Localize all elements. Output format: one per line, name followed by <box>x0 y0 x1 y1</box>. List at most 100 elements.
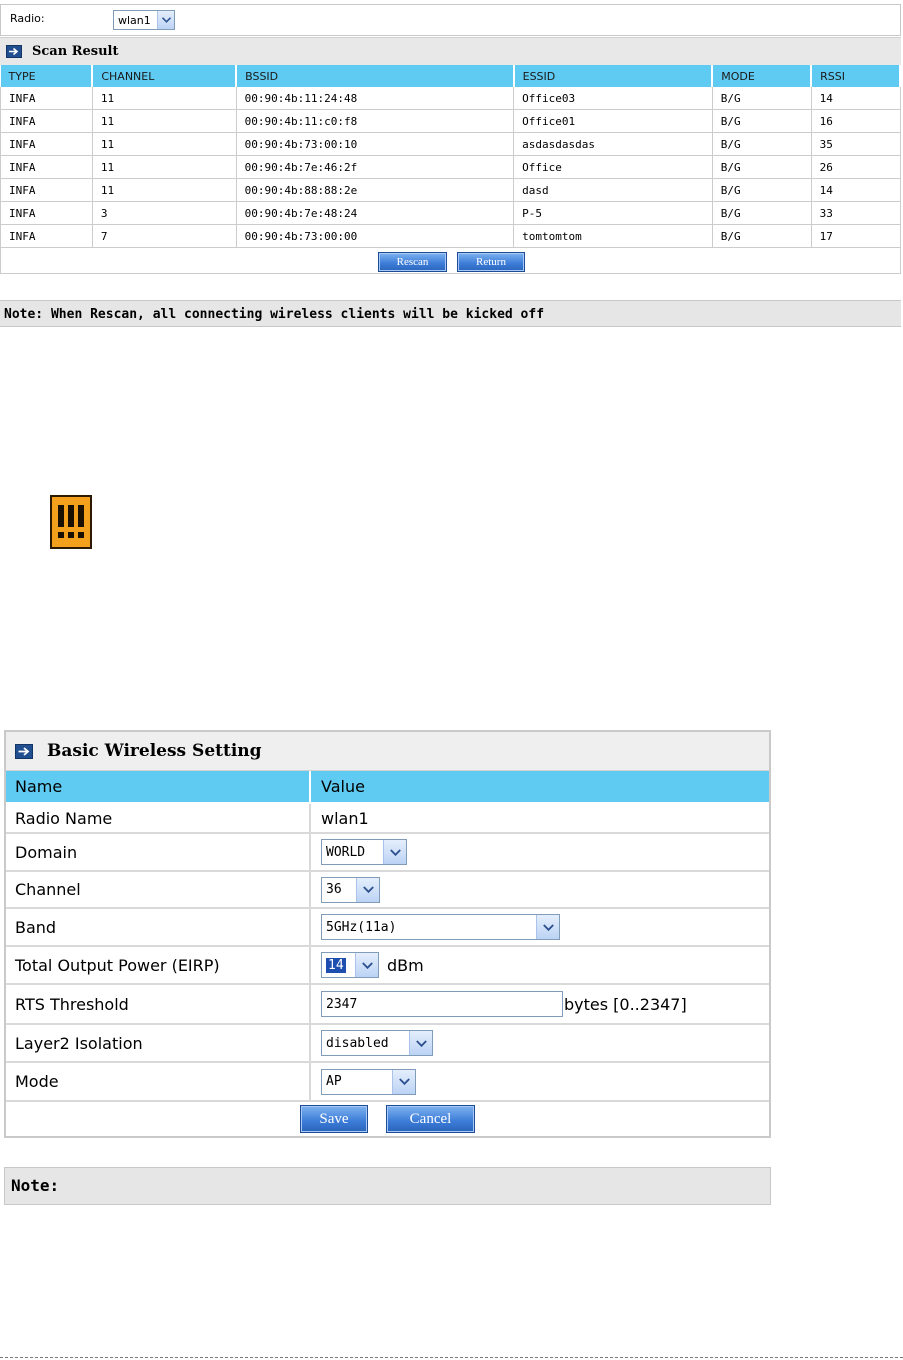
save-button[interactable]: Save <box>300 1105 368 1133</box>
settings-note: Note: <box>4 1167 771 1205</box>
radio-select[interactable]: wlan1 <box>113 10 175 30</box>
domain-label: Domain <box>6 834 311 870</box>
cell-essid: P-5 <box>513 201 713 225</box>
channel-label: Channel <box>6 872 311 907</box>
cell-mode: B/G <box>712 155 812 179</box>
table-row: INFA 7 00:90:4b:73:00:00 tomtomtom B/G 1… <box>0 224 901 248</box>
scan-result-table: TYPE CHANNEL BSSID ESSID MODE RSSI INFA … <box>0 65 901 248</box>
cell-type: INFA <box>0 178 93 202</box>
cell-rssi: 14 <box>811 178 901 202</box>
column-header: TYPE <box>0 65 94 87</box>
arrow-right-icon <box>6 45 22 58</box>
column-header: RSSI <box>811 65 901 87</box>
scan-button-row: Rescan Return <box>0 246 901 274</box>
scan-result-panel: Radio: wlan1 Scan Result TYPE CHANNEL BS… <box>0 0 901 327</box>
domain-select-value: WORLD <box>326 844 366 860</box>
output-power-label: Total Output Power (EIRP) <box>6 947 311 983</box>
cell-mode: B/G <box>712 109 812 133</box>
cell-rssi: 16 <box>811 109 901 133</box>
table-row: INFA 11 00:90:4b:73:00:10 asdasdasdas B/… <box>0 132 901 156</box>
channel-select[interactable]: 36 <box>321 876 380 903</box>
output-power-unit: dBm <box>387 955 424 975</box>
cell-channel: 11 <box>92 178 237 202</box>
chevron-down-icon[interactable] <box>157 11 174 29</box>
chevron-down-icon[interactable] <box>536 915 559 939</box>
chevron-down-icon[interactable] <box>356 877 379 902</box>
chevron-down-icon[interactable] <box>383 840 406 864</box>
domain-select[interactable]: WORLD <box>321 839 407 865</box>
output-power-select-value: 14 <box>326 957 346 973</box>
mode-select[interactable]: AP <box>321 1068 416 1095</box>
layer2-isolation-select-value: disabled <box>326 1035 389 1051</box>
column-header: CHANNEL <box>92 65 238 87</box>
cell-type: INFA <box>0 155 93 179</box>
layer2-isolation-row: Layer2 Isolation disabled <box>6 1025 769 1063</box>
rts-threshold-cell: 2347 bytes [0..2347] <box>313 985 769 1023</box>
mode-select-value: AP <box>326 1074 342 1089</box>
cell-mode: B/G <box>712 178 812 202</box>
rts-threshold-unit: bytes [0..2347] <box>564 994 687 1014</box>
column-header: MODE <box>712 65 813 87</box>
chevron-down-icon[interactable] <box>409 1031 432 1055</box>
basic-wireless-title: Basic Wireless Setting <box>47 741 262 761</box>
cell-essid: Office01 <box>513 109 713 133</box>
cell-bssid: 00:90:4b:88:88:2e <box>236 178 515 202</box>
basic-wireless-header: Basic Wireless Setting <box>6 732 769 771</box>
cell-bssid: 00:90:4b:7e:46:2f <box>236 155 515 179</box>
band-select[interactable]: 5GHz(11a) <box>321 914 560 940</box>
channel-cell: 36 <box>313 872 769 907</box>
cell-bssid: 00:90:4b:73:00:00 <box>236 224 515 248</box>
output-power-select[interactable]: 14 <box>321 952 379 978</box>
layer2-isolation-label: Layer2 Isolation <box>6 1025 311 1061</box>
radio-row: Radio: wlan1 <box>0 4 901 36</box>
cell-mode: B/G <box>712 132 812 156</box>
band-cell: 5GHz(11a) <box>313 909 769 945</box>
chevron-down-icon[interactable] <box>392 1069 415 1094</box>
cell-rssi: 17 <box>811 224 901 248</box>
radio-name-value: wlan1 <box>321 808 369 828</box>
cell-type: INFA <box>0 132 93 156</box>
rescan-note: Note: When Rescan, all connecting wirele… <box>0 300 901 327</box>
rts-threshold-input[interactable]: 2347 <box>321 991 563 1017</box>
cell-type: INFA <box>0 224 93 248</box>
domain-cell: WORLD <box>313 834 769 870</box>
value-column-header: Value <box>321 777 365 796</box>
radio-label: Radio: <box>10 12 45 25</box>
channel-select-value: 36 <box>326 882 342 897</box>
scan-result-title: Scan Result <box>32 44 119 59</box>
cell-type: INFA <box>0 87 93 110</box>
band-label: Band <box>6 909 311 945</box>
cell-channel: 11 <box>92 87 237 110</box>
settings-button-row: Save Cancel <box>6 1102 769 1136</box>
mode-row: Mode AP <box>6 1063 769 1102</box>
cell-channel: 7 <box>92 224 237 248</box>
page-divider <box>0 1357 903 1358</box>
layer2-isolation-select[interactable]: disabled <box>321 1030 433 1056</box>
table-row: INFA 11 00:90:4b:88:88:2e dasd B/G 14 <box>0 178 901 202</box>
cell-mode: B/G <box>712 87 812 110</box>
mode-cell: AP <box>313 1063 769 1100</box>
radio-name-row: Radio Name wlan1 <box>6 804 769 834</box>
settings-header-row: Name Value <box>6 771 769 804</box>
table-header-row: TYPE CHANNEL BSSID ESSID MODE RSSI <box>0 65 901 87</box>
cell-essid: Office03 <box>513 87 713 110</box>
cell-channel: 11 <box>92 109 237 133</box>
table-row: INFA 11 00:90:4b:7e:46:2f Office B/G 26 <box>0 155 901 179</box>
chevron-down-icon[interactable] <box>355 953 378 977</box>
name-column-header: Name <box>6 771 311 802</box>
domain-row: Domain WORLD <box>6 834 769 872</box>
cell-rssi: 26 <box>811 155 901 179</box>
cell-channel: 11 <box>92 155 237 179</box>
cancel-button[interactable]: Cancel <box>386 1105 475 1133</box>
band-select-value: 5GHz(11a) <box>326 919 397 935</box>
cell-rssi: 35 <box>811 132 901 156</box>
rescan-button[interactable]: Rescan <box>378 252 447 272</box>
cell-bssid: 00:90:4b:11:c0:f8 <box>236 109 515 133</box>
table-row: INFA 11 00:90:4b:11:24:48 Office03 B/G 1… <box>0 87 901 110</box>
return-button[interactable]: Return <box>457 252 525 272</box>
cell-essid: asdasdasdas <box>513 132 713 156</box>
cell-rssi: 14 <box>811 87 901 110</box>
rts-threshold-label: RTS Threshold <box>6 985 311 1023</box>
output-power-select-value-wrap: 14 <box>322 953 355 977</box>
scan-result-header: Scan Result <box>0 37 901 65</box>
